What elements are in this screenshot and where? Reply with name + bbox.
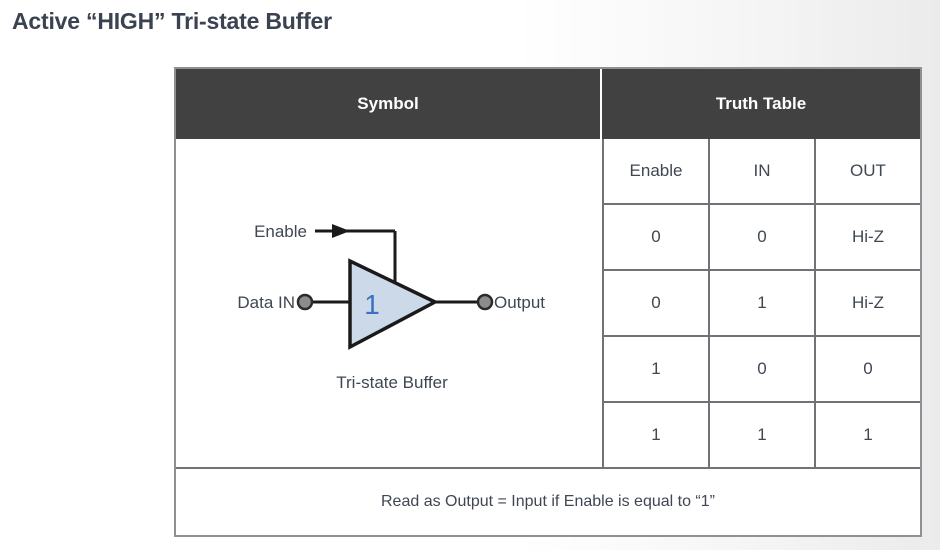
symbol-caption: Tri-state Buffer — [336, 373, 448, 392]
column-header-enable: Enable — [629, 161, 683, 180]
footer-note: Read as Output = Input if Enable is equa… — [381, 493, 715, 510]
table-header-row: Symbol Truth Table — [176, 69, 920, 139]
cell-in: 1 — [708, 271, 814, 335]
symbol-pane: 1 Enable Data IN Output Tri-state Buffer — [176, 139, 604, 467]
cell-in: 1 — [708, 403, 814, 467]
truth-table-header-row: Enable IN OUT — [604, 139, 920, 203]
cell-enable: 0 — [651, 293, 661, 312]
header-cell-truth-table: Truth Table — [715, 94, 807, 113]
cell-enable: 1 — [651, 425, 661, 444]
table-row: 1 1 1 — [604, 401, 920, 467]
cell-in: 0 — [708, 337, 814, 401]
table-body-row: 1 Enable Data IN Output Tri-state Buffer… — [176, 139, 920, 467]
cell-out: 1 — [814, 403, 920, 467]
cell-out: 0 — [814, 337, 920, 401]
cell-enable: 0 — [651, 227, 661, 246]
output-label: Output — [494, 293, 545, 312]
truth-table-pane: Enable IN OUT 0 0 Hi-Z 0 1 Hi-Z 1 0 0 1 … — [604, 139, 920, 467]
tri-state-buffer-figure: Symbol Truth Table 1 Enable Data IN Outp… — [174, 67, 922, 537]
cell-in: 0 — [708, 205, 814, 269]
table-row: 1 0 0 — [604, 335, 920, 401]
table-row: 0 1 Hi-Z — [604, 269, 920, 335]
tri-state-buffer-diagram: 1 Enable Data IN Output Tri-state Buffer — [237, 222, 545, 392]
column-header-in: IN — [708, 139, 814, 203]
table-footer-row: Read as Output = Input if Enable is equa… — [176, 467, 920, 535]
enable-label: Enable — [254, 222, 307, 241]
gate-glyph: 1 — [364, 289, 380, 320]
cell-out: Hi-Z — [814, 271, 920, 335]
data-in-label: Data IN — [237, 293, 295, 312]
header-cell-symbol: Symbol — [176, 69, 602, 139]
cell-enable: 1 — [651, 359, 661, 378]
buffer-triangle-icon — [348, 258, 439, 350]
enable-arrowhead-icon — [332, 224, 350, 238]
cell-out: Hi-Z — [814, 205, 920, 269]
data-in-terminal-icon — [296, 293, 314, 311]
table-row: 0 0 Hi-Z — [604, 203, 920, 269]
column-header-out: OUT — [814, 139, 920, 203]
page-root: Active “HIGH” Tri-state Buffer Symbol Tr… — [0, 0, 940, 550]
page-title: Active “HIGH” Tri-state Buffer — [12, 8, 332, 34]
output-terminal-icon — [476, 293, 494, 311]
